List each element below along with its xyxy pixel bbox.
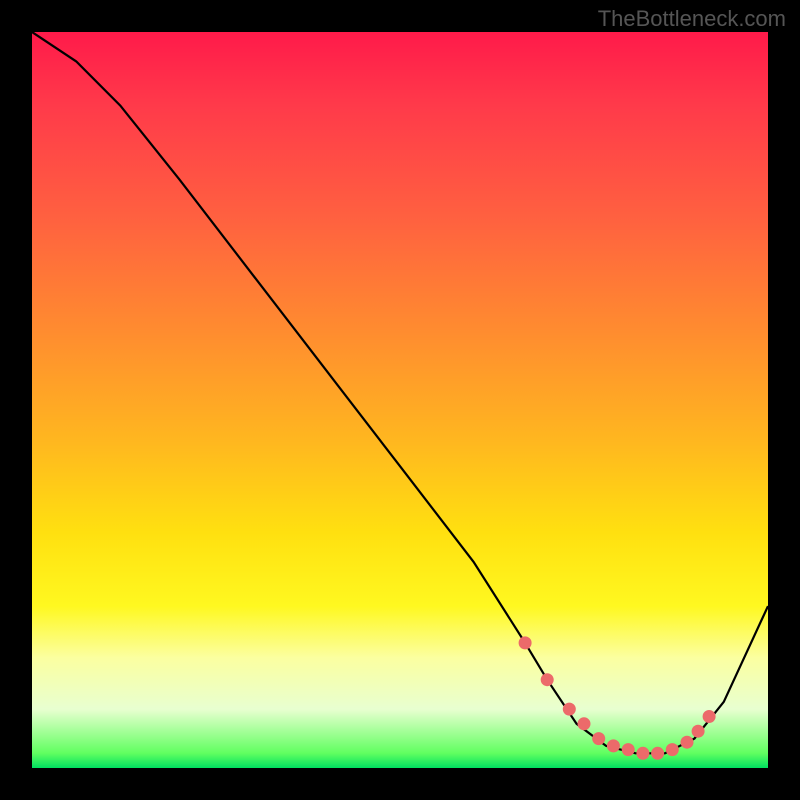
curve-marker bbox=[651, 747, 664, 760]
chart-svg bbox=[32, 32, 768, 768]
chart-container bbox=[32, 32, 768, 768]
curve-marker bbox=[541, 673, 554, 686]
curve-marker bbox=[592, 732, 605, 745]
marker-group bbox=[519, 636, 716, 759]
curve-marker bbox=[578, 717, 591, 730]
curve-marker bbox=[703, 710, 716, 723]
curve-marker bbox=[636, 747, 649, 760]
curve-marker bbox=[622, 743, 635, 756]
curve-marker bbox=[519, 636, 532, 649]
curve-marker bbox=[563, 703, 576, 716]
watermark-text: TheBottleneck.com bbox=[598, 6, 786, 32]
curve-marker bbox=[681, 736, 694, 749]
bottleneck-curve bbox=[32, 32, 768, 753]
curve-marker bbox=[666, 743, 679, 756]
curve-marker bbox=[607, 739, 620, 752]
curve-marker bbox=[692, 725, 705, 738]
